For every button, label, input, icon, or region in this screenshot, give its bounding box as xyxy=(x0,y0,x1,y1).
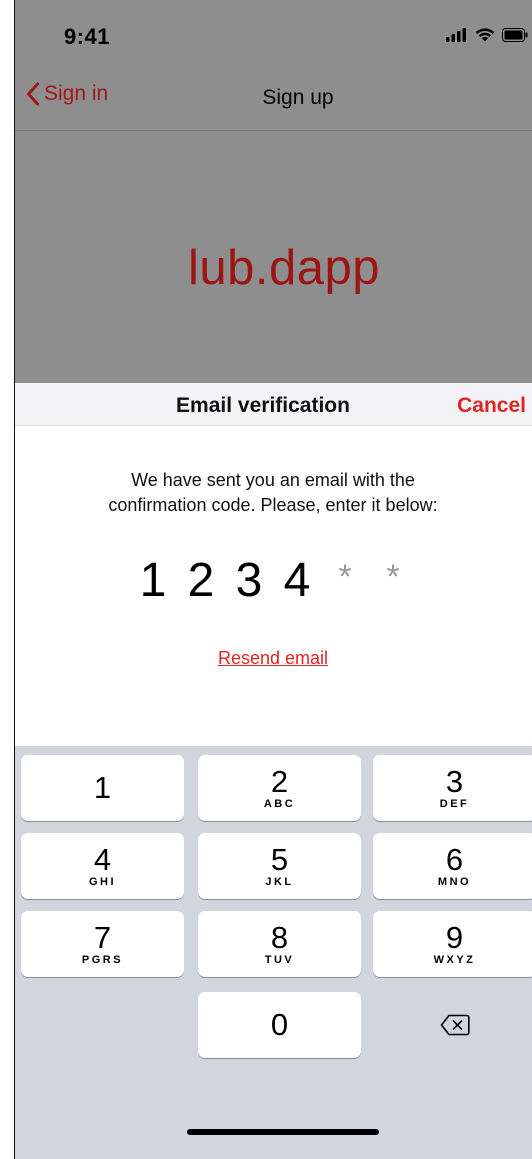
message-line-2: confirmation code. Please, enter it belo… xyxy=(108,495,438,515)
key-9-letters: WXYZ xyxy=(433,954,476,966)
key-7[interactable]: 7 PGRS xyxy=(21,911,184,977)
key-6-number: 6 xyxy=(445,842,464,877)
key-1-number: 1 xyxy=(93,770,112,805)
key-3-letters: DEF xyxy=(439,798,470,810)
background-screen: 9:41 Sign in Sign up lub.dapp xyxy=(14,0,532,383)
key-0[interactable]: 0 xyxy=(198,992,361,1058)
key-1[interactable]: 1 xyxy=(21,755,184,821)
key-0-number: 0 xyxy=(270,1007,289,1042)
key-6-letters: MNO xyxy=(437,876,472,888)
code-digit-3: 3 xyxy=(235,554,263,607)
key-3-number: 3 xyxy=(445,764,464,799)
app-logo: lub.dapp xyxy=(187,241,380,295)
code-placeholder-5: * xyxy=(338,558,352,596)
email-verification-sheet: Email verification Cancel We have sent y… xyxy=(14,383,532,1159)
key-7-letters: PGRS xyxy=(81,954,124,966)
status-time: 9:41 xyxy=(64,24,111,49)
code-digit-1: 1 xyxy=(139,554,167,607)
key-9[interactable]: 9 WXYZ xyxy=(373,911,532,977)
key-4-number: 4 xyxy=(93,842,112,877)
sheet-title: Email verification xyxy=(176,394,350,417)
message-line-1: We have sent you an email with the xyxy=(131,470,415,490)
code-placeholder-6: * xyxy=(386,558,400,596)
status-bar: 9:41 xyxy=(14,0,532,68)
key-5[interactable]: 5 JKL xyxy=(198,833,361,899)
key-8-letters: TUV xyxy=(264,954,295,966)
key-7-number: 7 xyxy=(93,920,112,955)
navigation-bar: Sign in Sign up xyxy=(14,68,532,131)
key-5-letters: JKL xyxy=(265,876,294,888)
status-icons xyxy=(446,27,528,42)
key-5-number: 5 xyxy=(270,842,289,877)
verification-message: We have sent you an email with the confi… xyxy=(14,468,532,518)
numeric-keypad: 1 2 ABC 3 DEF 4 GHI 5 JKL 6 MNO 7 PGRS 8… xyxy=(14,746,532,1159)
key-3[interactable]: 3 DEF xyxy=(373,755,532,821)
code-digit-2: 2 xyxy=(187,554,215,607)
key-2-letters: ABC xyxy=(263,798,296,810)
key-9-number: 9 xyxy=(445,920,464,955)
key-4-letters: GHI xyxy=(88,876,117,888)
delete-icon xyxy=(440,1014,470,1036)
key-8-number: 8 xyxy=(270,920,289,955)
nav-title: Sign up xyxy=(262,86,334,109)
code-input[interactable]: 1 2 3 4 * * xyxy=(14,553,532,608)
key-2-number: 2 xyxy=(270,764,289,799)
key-8[interactable]: 8 TUV xyxy=(198,911,361,977)
resend-email-link[interactable]: Resend email xyxy=(14,648,532,669)
cancel-button[interactable]: Cancel xyxy=(457,394,526,418)
code-digit-4: 4 xyxy=(283,554,311,607)
key-6[interactable]: 6 MNO xyxy=(373,833,532,899)
wifi-icon xyxy=(475,28,495,42)
delete-key[interactable] xyxy=(373,992,532,1058)
key-2[interactable]: 2 ABC xyxy=(198,755,361,821)
battery-icon xyxy=(502,27,528,42)
sheet-header: Email verification Cancel xyxy=(14,383,532,426)
device-frame-edge xyxy=(14,0,15,1159)
cellular-signal-icon xyxy=(446,27,466,42)
home-indicator[interactable] xyxy=(187,1129,379,1135)
key-4[interactable]: 4 GHI xyxy=(21,833,184,899)
